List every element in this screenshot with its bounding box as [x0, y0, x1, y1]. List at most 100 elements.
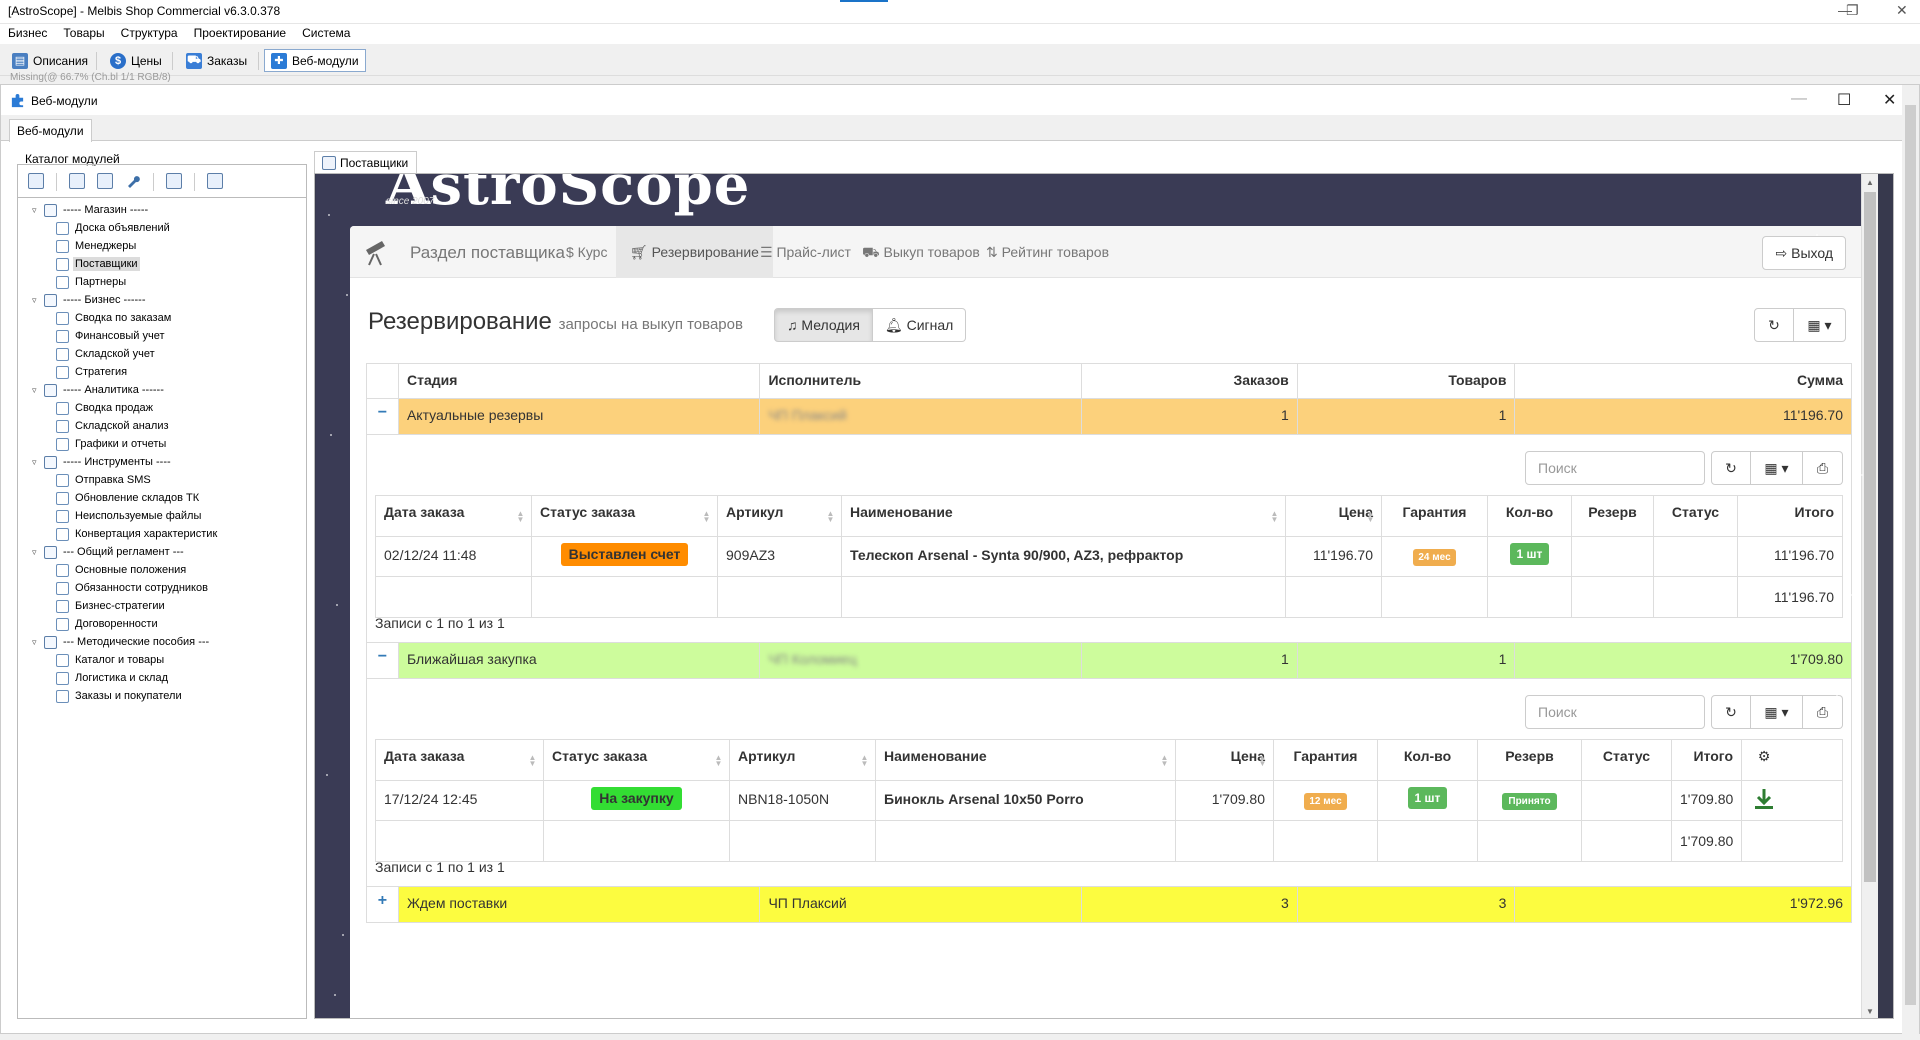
- menu-goods[interactable]: Товары: [55, 24, 112, 40]
- toolbar-prices-button[interactable]: $ Цены: [104, 49, 168, 72]
- expander-icon[interactable]: ▿: [32, 637, 42, 648]
- melody-button[interactable]: ♫ Мелодия: [774, 308, 873, 342]
- tree-item[interactable]: Поставщики: [22, 255, 302, 273]
- collapse-icon[interactable]: −: [367, 399, 399, 434]
- column-header[interactable]: Цена ▲▼: [1286, 496, 1382, 536]
- print-button[interactable]: ⎙: [1803, 695, 1843, 729]
- tree-item[interactable]: Конвертация характеристик: [22, 525, 302, 543]
- toolbar-orders-button[interactable]: ⛟ Заказы: [180, 49, 253, 72]
- mdi-minimize-button[interactable]: —: [1791, 90, 1807, 108]
- settings-wrench-icon[interactable]: [125, 173, 141, 189]
- columns-button[interactable]: ▦ ▾: [1794, 308, 1846, 342]
- tree-item[interactable]: Складской анализ: [22, 417, 302, 435]
- tree-item[interactable]: Сводка по заказам: [22, 309, 302, 327]
- tree-item[interactable]: Менеджеры: [22, 237, 302, 255]
- search-input[interactable]: Поиск: [1525, 451, 1705, 485]
- expander-icon[interactable]: ▿: [32, 295, 42, 306]
- tab-webmodules[interactable]: Веб-модули: [9, 119, 92, 142]
- edit-item-icon[interactable]: [97, 173, 113, 189]
- settings-gear-icon[interactable]: ⚙: [1742, 740, 1786, 780]
- mdi-scrollbar[interactable]: [1902, 85, 1919, 1035]
- menu-system[interactable]: Система: [294, 24, 358, 40]
- tree-item[interactable]: Договоренности: [22, 615, 302, 633]
- column-header[interactable]: Статус заказа ▲▼: [532, 496, 718, 536]
- sort-icon[interactable]: ▲▼: [702, 509, 711, 521]
- tree-item[interactable]: Складской учет: [22, 345, 302, 363]
- tree-item[interactable]: Доска объявлений: [22, 219, 302, 237]
- navbar-brand[interactable]: Раздел поставщика: [410, 243, 565, 263]
- mdi-scrollbar-thumb[interactable]: [1905, 105, 1916, 1005]
- tree-item[interactable]: Каталог и товары: [22, 651, 302, 669]
- menu-business[interactable]: Бизнес: [0, 24, 55, 40]
- tree-group[interactable]: ▿ --- Методические пособия ---: [22, 633, 302, 651]
- expander-icon[interactable]: ▿: [32, 205, 42, 216]
- sort-icon[interactable]: ▲▼: [826, 509, 835, 521]
- delete-item-icon[interactable]: [166, 173, 182, 189]
- restore-button[interactable]: ❐: [1846, 2, 1859, 19]
- sort-icon[interactable]: ▲▼: [1258, 753, 1267, 765]
- close-window-button[interactable]: ✕: [1896, 2, 1908, 19]
- sort-icon[interactable]: ▲▼: [1160, 753, 1169, 765]
- signal-button[interactable]: 🔔︎ Сигнал: [872, 308, 967, 342]
- tree-item[interactable]: Отправка SMS: [22, 471, 302, 489]
- menu-design[interactable]: Проектирование: [186, 24, 295, 40]
- expander-icon[interactable]: ▿: [32, 547, 42, 558]
- mdi-close-button[interactable]: ✕: [1883, 90, 1896, 110]
- sort-icon[interactable]: ▲▼: [714, 753, 723, 765]
- download-icon[interactable]: [1742, 781, 1786, 820]
- tree-group[interactable]: ▿ ----- Магазин -----: [22, 201, 302, 219]
- add-item-icon[interactable]: [69, 173, 85, 189]
- column-header[interactable]: Дата заказа ▲▼: [376, 740, 544, 780]
- collapse-icon[interactable]: −: [367, 643, 399, 678]
- add-module-icon[interactable]: [28, 173, 44, 189]
- scroll-up-arrow[interactable]: ▲: [1866, 178, 1874, 187]
- expander-icon[interactable]: ▿: [32, 385, 42, 396]
- tree-item[interactable]: Сводка продаж: [22, 399, 302, 417]
- order-row[interactable]: 17/12/24 12:45 На закупку NBN18-1050N Бинок…: [376, 781, 1842, 821]
- sort-icon[interactable]: ▲▼: [528, 753, 537, 765]
- tree-item[interactable]: Обновление складов ТК: [22, 489, 302, 507]
- column-header[interactable]: Наименование ▲▼: [876, 740, 1176, 780]
- refresh-button[interactable]: ↻: [1711, 451, 1751, 485]
- nav-rating[interactable]: ⇅ Рейтинг товаров: [972, 226, 1123, 278]
- stage-group-row[interactable]: + Ждем поставки ЧП Плаксий 3 3 1'972.96: [366, 887, 1852, 923]
- tree-item[interactable]: Стратегия: [22, 363, 302, 381]
- column-header[interactable]: Артикул ▲▼: [730, 740, 876, 780]
- stage-group-row[interactable]: − Ближайшая закупка ЧП Коломиец 1 1 1'709.80: [366, 643, 1852, 679]
- web-scrollbar[interactable]: ▲ ▼: [1861, 174, 1878, 1018]
- sort-icon[interactable]: ▲▼: [1366, 509, 1375, 521]
- stage-group-row[interactable]: − Актуальные резервы ЧП Плаксий 1 1 11'196.70: [366, 399, 1852, 435]
- tree-group[interactable]: ▿ --- Общий регламент ---: [22, 543, 302, 561]
- properties-icon[interactable]: [207, 173, 223, 189]
- menu-structure[interactable]: Структура: [113, 24, 186, 40]
- mdi-maximize-button[interactable]: ☐: [1837, 90, 1851, 110]
- tree-item[interactable]: Партнеры: [22, 273, 302, 291]
- tab-suppliers[interactable]: Поставщики: [314, 151, 418, 173]
- tree-item[interactable]: Логистика и склад: [22, 669, 302, 687]
- refresh-button[interactable]: ↻: [1754, 308, 1794, 342]
- sort-icon[interactable]: ▲▼: [860, 753, 869, 765]
- tree-item[interactable]: Графики и отчеты: [22, 435, 302, 453]
- sort-icon[interactable]: ▲▼: [1270, 509, 1279, 521]
- tree-item[interactable]: Заказы и покупатели: [22, 687, 302, 705]
- tree-item[interactable]: Финансовый учет: [22, 327, 302, 345]
- order-row[interactable]: 02/12/24 11:48 Выставлен счет 909AZ3 Телеск…: [376, 537, 1842, 577]
- column-header[interactable]: Артикул ▲▼: [718, 496, 842, 536]
- column-header[interactable]: Статус заказа ▲▼: [544, 740, 730, 780]
- expand-icon[interactable]: +: [367, 887, 399, 922]
- tree-item[interactable]: Неиспользуемые файлы: [22, 507, 302, 525]
- sort-icon[interactable]: ▲▼: [516, 509, 525, 521]
- toolbar-descriptions-button[interactable]: ▤ Описания: [6, 49, 94, 72]
- tree-item[interactable]: Основные положения: [22, 561, 302, 579]
- column-header[interactable]: Дата заказа ▲▼: [376, 496, 532, 536]
- columns-button[interactable]: ▦ ▾: [1751, 451, 1803, 485]
- tree-item[interactable]: Бизнес-стратегии: [22, 597, 302, 615]
- tree-group[interactable]: ▿ ----- Бизнес ------: [22, 291, 302, 309]
- tree-group[interactable]: ▿ ----- Инструменты ----: [22, 453, 302, 471]
- scrollbar-thumb[interactable]: [1864, 192, 1876, 882]
- exit-button[interactable]: ⇨ Выход: [1762, 236, 1846, 270]
- print-button[interactable]: ⎙: [1803, 451, 1843, 485]
- refresh-button[interactable]: ↻: [1711, 695, 1751, 729]
- expander-icon[interactable]: ▿: [32, 457, 42, 468]
- tree-item[interactable]: Обязанности сотрудников: [22, 579, 302, 597]
